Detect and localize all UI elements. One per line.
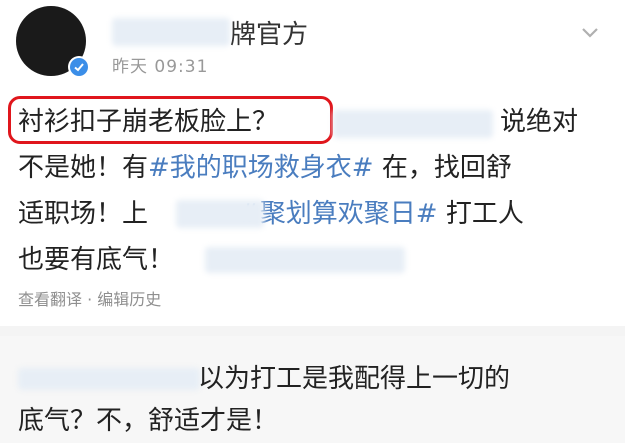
chevron-down-icon[interactable]: [578, 20, 602, 44]
post-line-3: 适职场！上 #聚划算欢聚日# 打工人: [18, 193, 524, 230]
comment-section: 以为打工是我配得上一切的 底气？不，舒适才是！: [0, 336, 625, 443]
post-line-2: 不是她！有#我的职场救身衣# 在，找回舒: [18, 147, 512, 184]
blurred-mention-2: [176, 200, 264, 228]
meta-separator: ·: [82, 290, 98, 309]
post-timestamp: 昨天 09:31: [112, 57, 209, 77]
translate-link[interactable]: 查看翻译: [18, 290, 82, 309]
post-line-4: 也要有底气！: [18, 239, 174, 276]
post-meta: 查看翻译 · 编辑历史: [18, 286, 161, 310]
highlight-text: 衬衫扣子崩老板脸上？: [18, 107, 279, 137]
post-line-1: 衬衫扣子崩老板脸上？: [18, 101, 278, 138]
post-text: 也要有底气！: [18, 245, 175, 275]
hashtag-link[interactable]: #聚划算欢聚日#: [238, 199, 438, 229]
weibo-post-card: 牌官方 昨天 09:31 衬衫扣子崩老板脸上？ 说绝对 不是她！有#我的职场救身…: [0, 0, 625, 326]
verified-badge-icon: [68, 56, 90, 78]
comment-line-2: 底气？不，舒适才是！: [18, 406, 279, 436]
blurred-commenter: [18, 368, 200, 390]
post-text: 打工人: [437, 199, 524, 229]
author-name[interactable]: 牌官方: [230, 14, 308, 51]
edit-history-link[interactable]: 编辑历史: [97, 290, 161, 309]
comment-line-1: 以为打工是我配得上一切的: [198, 364, 511, 394]
post-text: 不是她！有: [18, 153, 149, 183]
post-line-1-rest: 说绝对: [500, 107, 579, 137]
section-divider: [0, 326, 625, 336]
hashtag-link[interactable]: #我的职场救身衣#: [148, 153, 374, 183]
post-text: 适职场！上: [18, 199, 149, 229]
post-text: 在，找回舒: [373, 153, 512, 183]
blurred-mention-1: [333, 110, 493, 138]
blurred-link: [205, 247, 405, 273]
author-name-blurred: [112, 18, 230, 46]
